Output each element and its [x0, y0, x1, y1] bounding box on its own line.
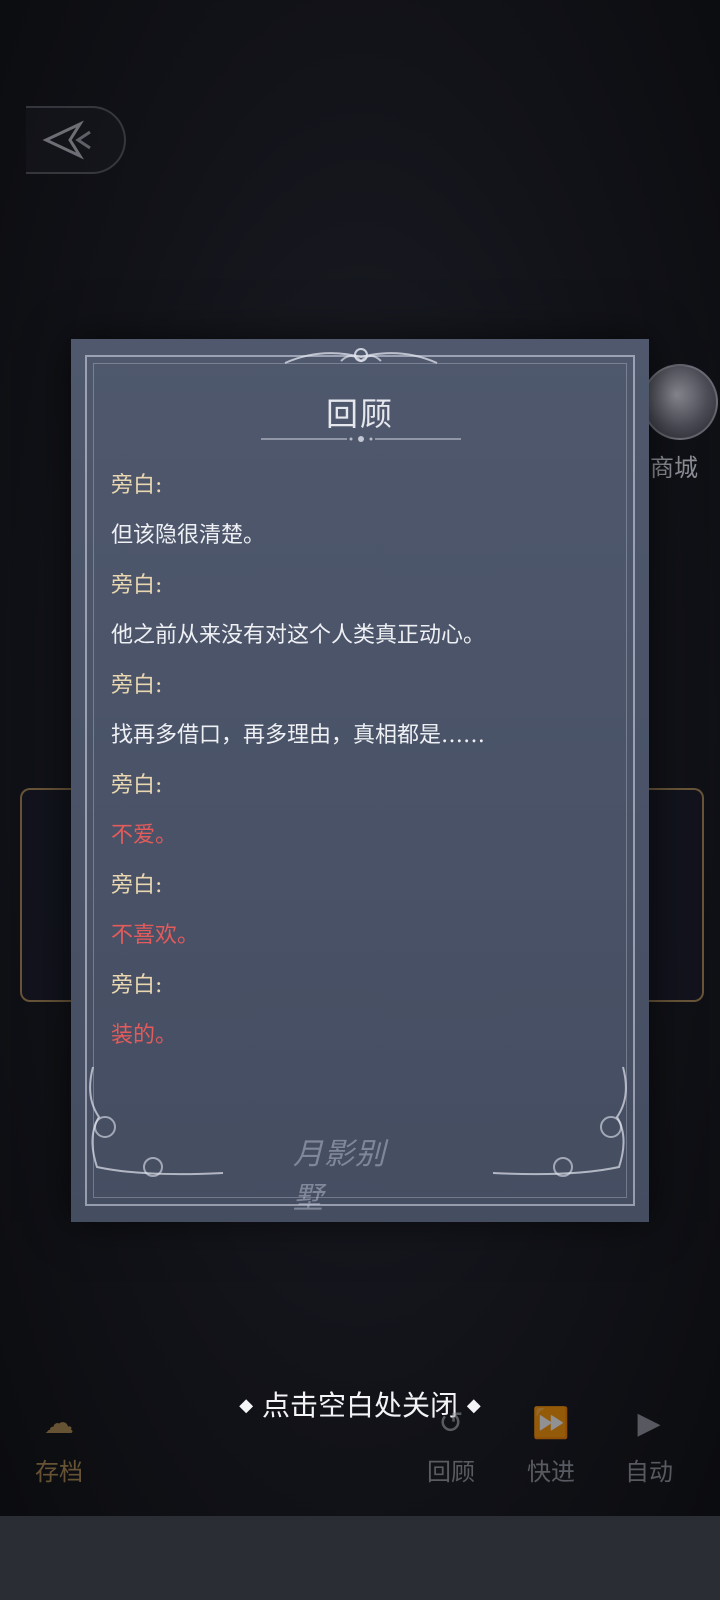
auto-button[interactable]: ▶ 自动: [604, 1404, 694, 1487]
dialogue-line: 但该隐很清楚。: [111, 523, 266, 548]
auto-label: 自动: [625, 1458, 673, 1486]
moon-villa-logo: 月影别墅: [293, 1137, 386, 1216]
title-divider-icon: [261, 436, 461, 442]
speaker-name: 旁白:: [111, 473, 163, 498]
back-arrow-icon: [42, 120, 91, 160]
dialogue-line: 他之前从来没有对这个人类真正动心。: [111, 623, 486, 648]
save-label: 存档: [35, 1458, 83, 1486]
dialogue-line-highlight: 不爱。: [111, 823, 178, 848]
review-label: 回顾: [427, 1458, 475, 1486]
review-log-list[interactable]: 旁白: 但该隐很清楚。 旁白: 他之前从来没有对这个人类真正动心。 旁白: 找再…: [111, 461, 611, 1061]
speaker-name: 旁白:: [111, 673, 163, 698]
shop-avatar-button[interactable]: [642, 364, 718, 440]
review-icon: ↺: [438, 1406, 464, 1441]
dialogue-line-highlight: 不喜欢。: [111, 923, 200, 948]
diamond-icon: ◆: [239, 1395, 254, 1416]
speaker-name: 旁白:: [111, 873, 163, 898]
review-button[interactable]: ↺ 回顾: [406, 1404, 496, 1487]
dialogue-line: 找再多借口，再多理由，真相都是……: [111, 723, 486, 748]
play-icon: ▶: [637, 1406, 661, 1441]
system-nav-bar: [0, 1516, 720, 1600]
back-button[interactable]: [26, 106, 126, 174]
speaker-name: 旁白:: [111, 773, 163, 798]
review-panel: 回顾 旁白: 但该隐很清楚。 旁白: 他之前从来没有对这个人类真正动心。 旁白:…: [71, 339, 649, 1222]
speaker-name: 旁白:: [111, 973, 163, 998]
fast-forward-icon: ⏩: [532, 1406, 570, 1441]
bottom-right-ornament-icon: [492, 1066, 627, 1177]
panel-title: 回顾: [325, 395, 394, 433]
speaker-name: 旁白:: [111, 573, 163, 598]
fast-forward-label: 快进: [527, 1458, 575, 1486]
save-button[interactable]: ☁ 存档: [14, 1404, 104, 1487]
top-ornament-icon: [284, 348, 438, 364]
dialogue-line-highlight: 装的。: [111, 1023, 178, 1048]
shop-label[interactable]: 商城: [650, 448, 720, 483]
cloud-save-icon: ☁: [44, 1406, 74, 1441]
fast-forward-button[interactable]: ⏩ 快进: [506, 1404, 596, 1487]
game-screen[interactable]: 商城 回顾 旁白: 但该隐很清楚。 旁白: 他之前从来没有对这个人类真正动心。 …: [0, 0, 720, 1600]
bottom-left-ornament-icon: [89, 1066, 224, 1177]
